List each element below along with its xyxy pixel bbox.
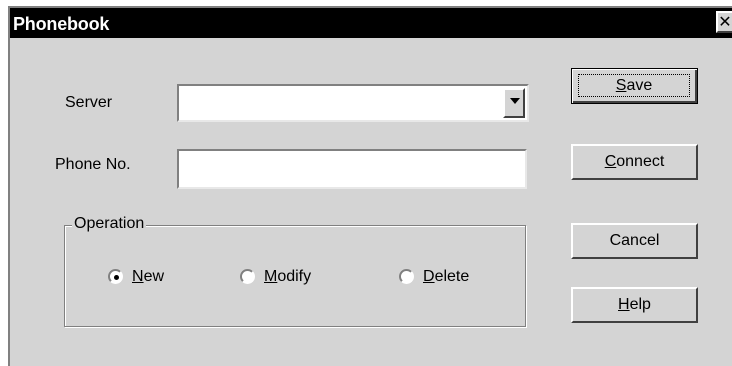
chevron-down-icon[interactable] bbox=[503, 88, 525, 118]
save-button[interactable]: Save bbox=[571, 68, 698, 104]
mnemonic-h: H bbox=[618, 296, 630, 313]
connect-label: Connect bbox=[604, 153, 665, 170]
title-bar: Phonebook ✕ bbox=[10, 8, 732, 38]
mnemonic-s: S bbox=[615, 77, 627, 94]
window-title: Phonebook bbox=[13, 14, 110, 34]
help-button[interactable]: Help bbox=[571, 287, 698, 323]
radio-selected-dot bbox=[114, 275, 119, 280]
cancel-button[interactable]: Cancel bbox=[571, 223, 698, 259]
radio-circle bbox=[240, 269, 255, 284]
radio-circle bbox=[399, 269, 414, 284]
phone-label: Phone No. bbox=[55, 156, 131, 173]
radio-new-label: New bbox=[132, 268, 165, 285]
server-label: Server bbox=[65, 94, 113, 111]
connect-button[interactable]: Connect bbox=[571, 144, 698, 180]
mnemonic-m: M bbox=[264, 268, 278, 285]
close-icon[interactable]: ✕ bbox=[716, 11, 732, 33]
radio-circle bbox=[108, 269, 123, 284]
radio-delete-label: Delete bbox=[423, 268, 470, 285]
radio-modify-label: Modify bbox=[264, 268, 312, 285]
focus-rect: Save bbox=[578, 74, 690, 97]
help-label: Help bbox=[618, 296, 651, 313]
mnemonic-n: N bbox=[132, 268, 144, 285]
server-combobox[interactable] bbox=[177, 84, 529, 122]
phonebook-dialog: Phonebook ✕ Server Phone No. Operation N… bbox=[8, 6, 732, 366]
operation-label: Operation bbox=[72, 215, 147, 233]
phone-number-field[interactable] bbox=[177, 149, 527, 189]
mnemonic-d: D bbox=[423, 268, 435, 285]
mnemonic-c: C bbox=[604, 153, 617, 170]
